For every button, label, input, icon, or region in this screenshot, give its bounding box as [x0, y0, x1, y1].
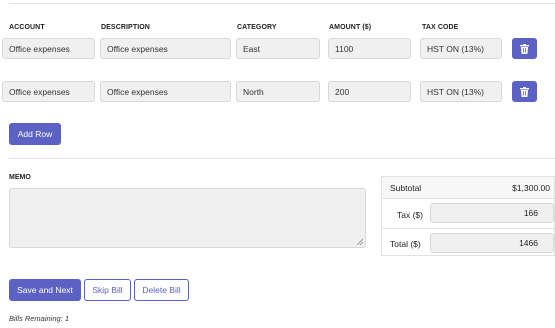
section-divider: [9, 158, 555, 159]
column-header-tax-code: TAX CODE: [422, 24, 459, 31]
trash-icon: [520, 43, 529, 54]
category-field[interactable]: North: [236, 81, 320, 102]
column-header-description: DESCRIPTION: [101, 24, 150, 31]
trash-icon: [520, 86, 529, 97]
tax-code-field[interactable]: HST ON (13%): [420, 38, 502, 59]
skip-bill-button[interactable]: Skip Bill: [84, 279, 131, 301]
save-and-next-button[interactable]: Save and Next: [9, 279, 81, 301]
total-label: Total ($): [390, 239, 421, 249]
subtotal-label: Subtotal: [390, 183, 422, 193]
amount-field[interactable]: 1100: [328, 38, 411, 59]
column-header-account: ACCOUNT: [9, 24, 45, 31]
totals-summary: Subtotal $1,300.00 Tax ($) 166 Total ($)…: [381, 176, 555, 256]
tax-code-field[interactable]: HST ON (13%): [420, 81, 502, 102]
column-header-category: CATEGORY: [237, 24, 277, 31]
bill-entry-form: ACCOUNT DESCRIPTION CATEGORY AMOUNT ($) …: [0, 0, 555, 328]
tax-amount-input[interactable]: 166: [430, 203, 554, 223]
tax-row: Tax ($) 166: [382, 200, 554, 229]
resize-grip-icon[interactable]: [356, 238, 363, 245]
memo-textarea[interactable]: [9, 188, 366, 248]
category-field[interactable]: East: [236, 38, 320, 59]
total-amount-input[interactable]: 1466: [430, 233, 554, 253]
tax-label: Tax ($): [397, 210, 423, 220]
amount-field[interactable]: 200: [328, 81, 411, 102]
memo-label: MEMO: [9, 174, 31, 181]
delete-bill-button[interactable]: Delete Bill: [134, 279, 189, 301]
description-field[interactable]: Office expenses: [100, 81, 231, 102]
total-row: Total ($) 1466: [382, 230, 554, 257]
account-field[interactable]: Office expenses: [2, 81, 95, 102]
add-row-button[interactable]: Add Row: [9, 123, 61, 145]
subtotal-row: Subtotal $1,300.00: [382, 177, 554, 199]
description-field[interactable]: Office expenses: [100, 38, 231, 59]
top-divider: [9, 3, 555, 4]
account-field[interactable]: Office expenses: [2, 38, 95, 59]
bills-remaining-text: Bills Remaining: 1: [9, 314, 70, 323]
delete-row-button[interactable]: [512, 81, 537, 102]
delete-row-button[interactable]: [512, 38, 537, 59]
column-header-amount: AMOUNT ($): [329, 24, 372, 31]
subtotal-value: $1,300.00: [512, 183, 550, 193]
